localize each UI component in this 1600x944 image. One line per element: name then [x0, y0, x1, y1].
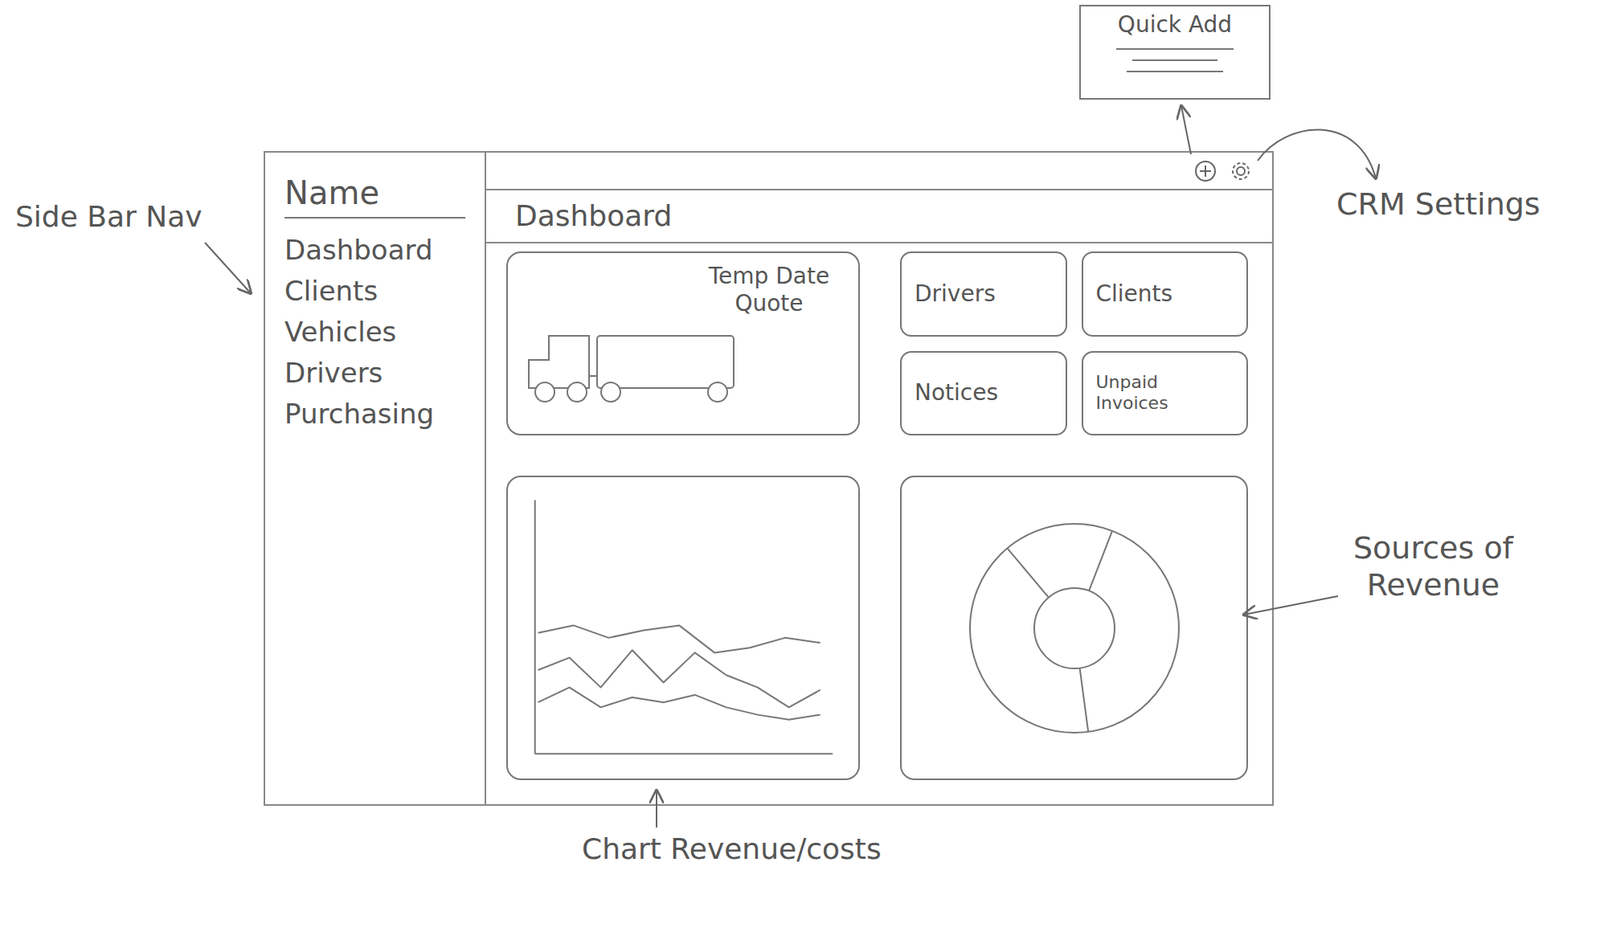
sidebar-item[interactable]: Vehicles	[284, 311, 466, 353]
wireframe-sketch: Quick Add Side Bar Nav CRM Settings Sources…	[0, 0, 1600, 944]
line-chart	[527, 495, 839, 762]
quick-add-title: Quick Add	[1117, 11, 1232, 39]
sidebar-item[interactable]: Drivers	[284, 352, 466, 394]
donut-segment	[1088, 530, 1113, 591]
stat-card[interactable]: Drivers	[900, 251, 1068, 337]
dashboard-grid: Temp Date Quote DriversClientsNoticesUnpa…	[486, 243, 1273, 805]
quick-add-arrow	[1181, 106, 1191, 155]
sidebar-arrow	[204, 242, 251, 294]
plus-icon[interactable]	[1193, 159, 1218, 184]
top-bar	[486, 152, 1273, 191]
form-line	[1116, 48, 1234, 50]
sidebar-annotation: Side Bar Nav	[15, 199, 203, 234]
sidebar-item[interactable]: Clients	[284, 270, 466, 312]
y-axis	[534, 500, 537, 755]
sidebar-item[interactable]: Purchasing	[284, 393, 466, 435]
revenue-cost-chart	[506, 475, 860, 781]
form-line	[1132, 59, 1219, 62]
stat-card[interactable]: Notices	[900, 351, 1068, 437]
settings-annotation: CRM Settings	[1336, 186, 1541, 224]
revenue-sources-chart	[900, 475, 1249, 781]
chart-series	[538, 625, 821, 653]
sources-arrow	[1243, 596, 1339, 615]
x-axis	[535, 752, 834, 755]
page-title: Dashboard	[486, 190, 1273, 244]
app-window: NameDashboardClientsVehiclesDriversPurch…	[263, 151, 1274, 807]
donut-segment	[1079, 667, 1089, 732]
truck-icon	[520, 319, 746, 409]
quote-card[interactable]: Temp Date Quote	[506, 251, 860, 436]
revenue-sources-annotation: Sources of Revenue	[1346, 530, 1520, 604]
gear-icon[interactable]	[1228, 159, 1253, 184]
settings-arrow	[1257, 129, 1376, 179]
donut-chart	[953, 507, 1195, 749]
chart-series	[538, 687, 821, 721]
stat-cards: DriversClientsNoticesUnpaid Invoices	[900, 251, 1249, 436]
sidebar-nav: Name DashboardClientsVehiclesDriversPurch…	[265, 152, 487, 805]
form-line	[1126, 70, 1224, 73]
annotation-arrows	[0, 0, 1600, 944]
quick-add-popup[interactable]: Quick Add	[1079, 4, 1271, 100]
donut-segment	[1006, 548, 1048, 598]
main-area: Dashboard Temp Date Quote DriversClientsNo…	[486, 152, 1273, 805]
sidebar-item[interactable]: Dashboard	[284, 229, 466, 271]
app-name: Name	[284, 173, 466, 219]
chart-arrow	[655, 790, 658, 828]
quote-title: Temp Date Quote	[692, 262, 846, 317]
revenue-chart-annotation: Chart Revenue/costs	[581, 831, 882, 867]
stat-card[interactable]: Clients	[1081, 251, 1249, 337]
stat-card[interactable]: Unpaid Invoices	[1081, 351, 1249, 437]
